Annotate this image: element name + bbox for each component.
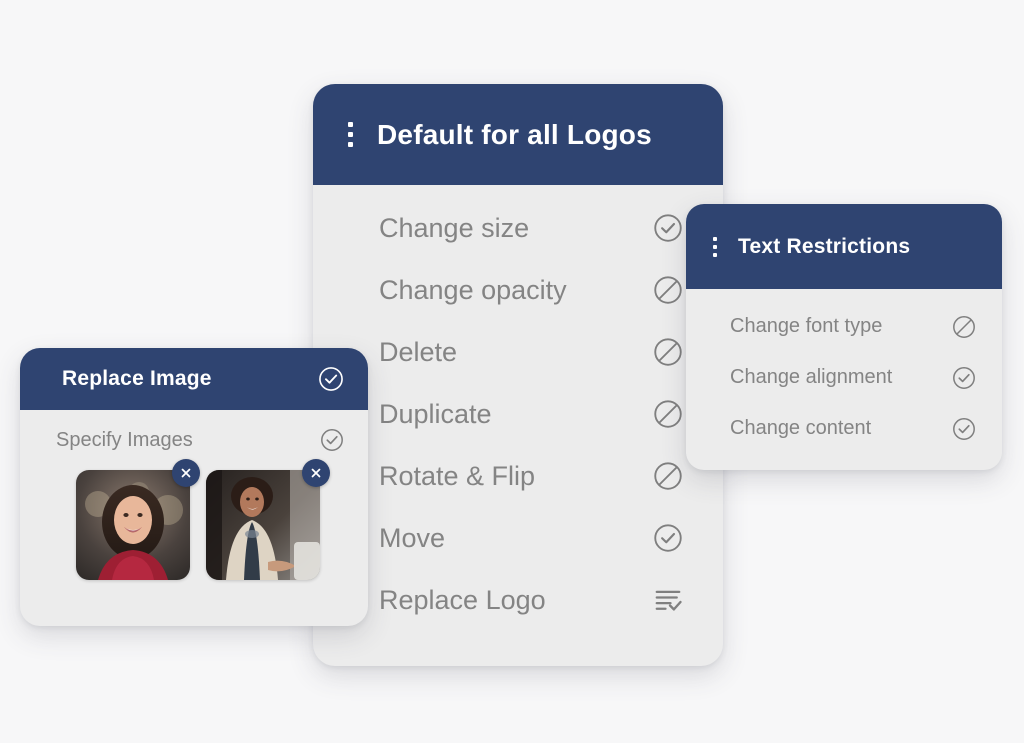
image-thumbnail[interactable] (76, 459, 200, 580)
close-icon[interactable] (302, 459, 330, 487)
panel-body-main: Change size Change opacity Delete Duplicate… (313, 185, 723, 631)
thumbnail-photo (206, 470, 320, 580)
kebab-menu-icon[interactable] (706, 234, 724, 260)
panel-title-text-restrictions: Text Restrictions (738, 234, 911, 258)
panel-text-restrictions: Text Restrictions Change font type Change… (686, 204, 1002, 470)
menu-item-label: Change font type (730, 315, 883, 337)
menu-item-label: Specify Images (56, 428, 193, 451)
menu-row[interactable]: Change content (730, 403, 976, 454)
menu-item-label: Move (379, 522, 446, 553)
menu-row[interactable]: Move (379, 507, 683, 569)
menu-item-label: Delete (379, 336, 458, 367)
panel-header-text-restrictions: Text Restrictions (686, 204, 1002, 289)
thumbnail-photo (76, 470, 190, 580)
kebab-menu-icon[interactable] (339, 118, 361, 152)
menu-item-label: Change alignment (730, 366, 893, 388)
check-circle-icon[interactable] (952, 417, 976, 441)
list-check-icon[interactable] (653, 585, 683, 615)
close-icon[interactable] (172, 459, 200, 487)
prohibited-circle-icon[interactable] (653, 399, 683, 429)
panel-body-replace-image: Specify Images (20, 410, 368, 580)
menu-row[interactable]: Change size (379, 197, 683, 259)
panel-header-replace-image: Replace Image (20, 348, 368, 410)
check-circle-icon[interactable] (318, 366, 344, 392)
image-thumbnail[interactable] (206, 459, 330, 580)
panel-title-replace-image: Replace Image (62, 367, 212, 390)
menu-row[interactable]: Change opacity (379, 259, 683, 321)
check-circle-icon[interactable] (320, 428, 344, 452)
image-thumbnail-strip (56, 459, 344, 580)
prohibited-circle-icon[interactable] (952, 315, 976, 339)
menu-item-label: Change opacity (379, 274, 567, 305)
menu-item-label: Duplicate (379, 398, 492, 429)
menu-row[interactable]: Rotate & Flip (379, 445, 683, 507)
panel-replace-image: Replace Image Specify Images (20, 348, 368, 626)
panel-default-for-all-logos: Default for all Logos Change size Change … (313, 84, 723, 666)
menu-item-label: Rotate & Flip (379, 460, 536, 491)
menu-row[interactable]: Specify Images (56, 416, 344, 464)
panel-header-main: Default for all Logos (313, 84, 723, 185)
menu-row[interactable]: Delete (379, 321, 683, 383)
menu-row[interactable]: Duplicate (379, 383, 683, 445)
check-circle-icon[interactable] (952, 366, 976, 390)
menu-row[interactable]: Replace Logo (379, 569, 683, 631)
prohibited-circle-icon[interactable] (653, 275, 683, 305)
panel-title-main: Default for all Logos (377, 118, 652, 150)
menu-item-label: Change content (730, 417, 872, 439)
prohibited-circle-icon[interactable] (653, 461, 683, 491)
menu-item-label: Change size (379, 212, 530, 243)
replace-image-item-list: Specify Images (56, 416, 344, 464)
check-circle-icon[interactable] (653, 213, 683, 243)
menu-item-label: Replace Logo (379, 584, 546, 615)
panel-body-text-restrictions: Change font type Change alignment Change c… (686, 289, 1002, 454)
prohibited-circle-icon[interactable] (653, 337, 683, 367)
canvas: Default for all Logos Change size Change … (0, 0, 1024, 743)
menu-row[interactable]: Change alignment (730, 352, 976, 403)
menu-row[interactable]: Change font type (730, 301, 976, 352)
check-circle-icon[interactable] (653, 523, 683, 553)
